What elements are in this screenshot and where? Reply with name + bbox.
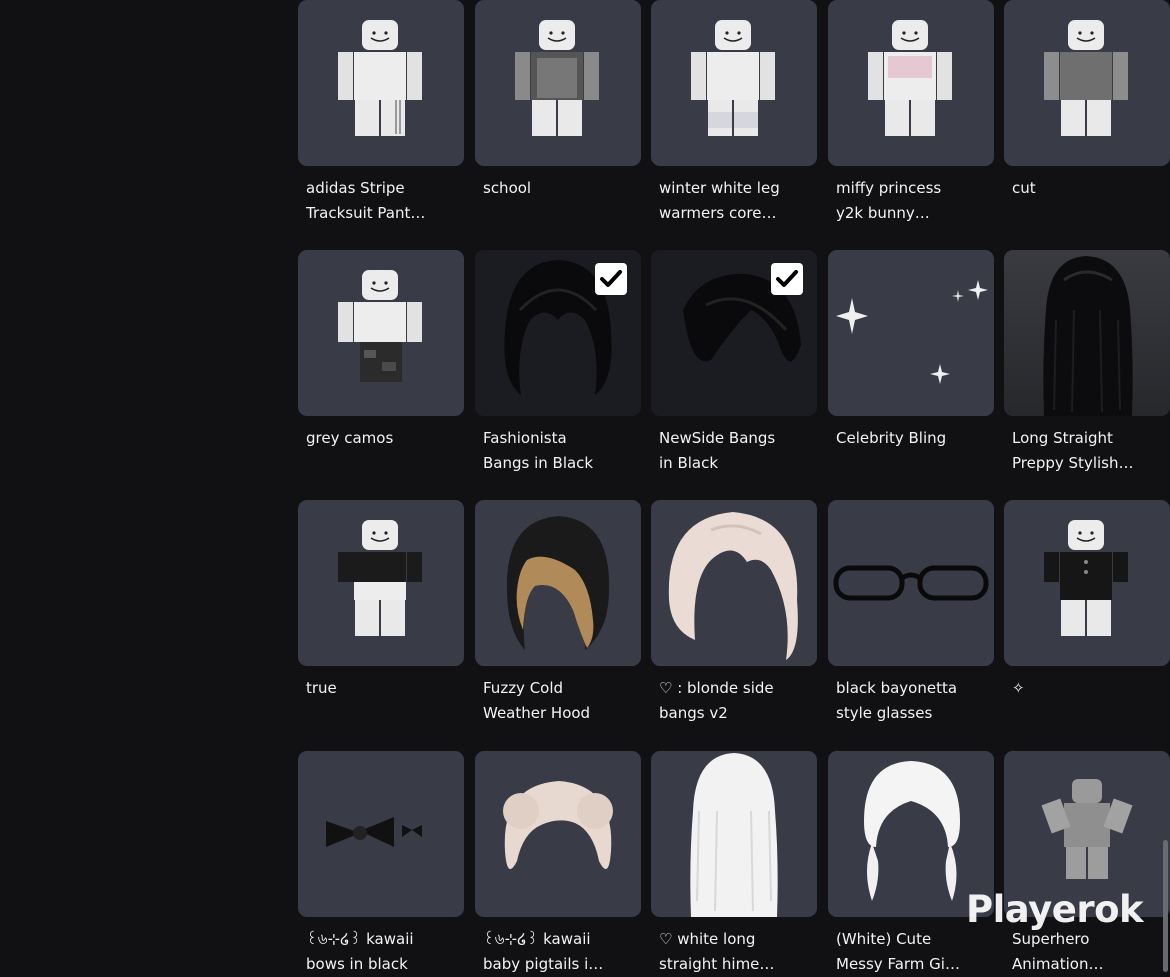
avatar-outfit-icon: [691, 20, 775, 136]
item-name[interactable]: Superhero Animation…: [1012, 927, 1162, 977]
item-thumbnail[interactable]: [475, 250, 641, 416]
blonde-bangs-icon: [668, 512, 798, 660]
item-thumbnail[interactable]: [828, 250, 994, 416]
long-black-hair-icon: [1043, 256, 1133, 416]
item-name[interactable]: cut: [1012, 176, 1162, 201]
item-thumbnail[interactable]: [298, 0, 464, 166]
scrollbar[interactable]: [1162, 840, 1170, 972]
inventory-item[interactable]: ♡ : blonde side bangs v2: [651, 500, 817, 726]
item-thumbnail[interactable]: [475, 0, 641, 166]
item-name[interactable]: grey camos: [306, 426, 456, 451]
item-thumbnail[interactable]: [298, 751, 464, 917]
blonde-buns-icon: [503, 781, 613, 869]
item-thumbnail[interactable]: [651, 751, 817, 917]
item-thumbnail[interactable]: [651, 250, 817, 416]
item-name[interactable]: adidas Stripe Tracksuit Pant…: [306, 176, 456, 226]
item-thumbnail[interactable]: [1004, 500, 1170, 666]
inventory-item[interactable]: adidas Stripe Tracksuit Pant…: [298, 0, 464, 226]
avatar-outfit-icon: [515, 20, 599, 136]
inventory-item[interactable]: cut: [1004, 0, 1170, 201]
inventory-item[interactable]: Celebrity Bling: [828, 250, 994, 451]
inventory-item[interactable]: ♡ white long straight hime…: [651, 751, 817, 977]
left-panel: [0, 0, 290, 972]
inventory-item[interactable]: black bayonetta style glasses: [828, 500, 994, 726]
checkmark-icon: [776, 270, 798, 287]
inventory-item[interactable]: winter white leg warmers core…: [651, 0, 817, 226]
inventory-item[interactable]: grey camos: [298, 250, 464, 451]
item-thumbnail[interactable]: [1004, 0, 1170, 166]
inventory-item[interactable]: ✧: [1004, 500, 1170, 701]
item-thumbnail[interactable]: [651, 500, 817, 666]
item-thumbnail[interactable]: [828, 500, 994, 666]
item-thumbnail[interactable]: [298, 250, 464, 416]
item-thumbnail[interactable]: [651, 0, 817, 166]
watermark-logo: Playerok: [966, 888, 1144, 931]
item-thumbnail[interactable]: [475, 500, 641, 666]
item-name[interactable]: Fashionista Bangs in Black: [483, 426, 633, 476]
black-bows-icon: [326, 817, 422, 847]
white-long-hair-icon: [690, 753, 778, 917]
inventory-item[interactable]: Fashionista Bangs in Black: [475, 250, 641, 476]
item-name[interactable]: ꒰৬⊹໒꒱ kawaii baby pigtails i…: [483, 927, 633, 977]
checkmark-icon: [600, 270, 622, 287]
scrollbar-thumb[interactable]: [1163, 840, 1168, 972]
item-name[interactable]: Celebrity Bling: [836, 426, 986, 451]
item-name[interactable]: ✧: [1012, 676, 1162, 701]
inventory-item[interactable]: ꒰৬⊹໒꒱ kawaii baby pigtails i…: [475, 751, 641, 977]
inventory-grid: adidas Stripe Tracksuit Pant… school win…: [298, 0, 1170, 973]
item-thumbnail[interactable]: [298, 500, 464, 666]
inventory-item[interactable]: ꒰৬⊹໒꒱ kawaii bows in black: [298, 751, 464, 977]
item-name[interactable]: school: [483, 176, 633, 201]
item-name[interactable]: ♡ white long straight hime…: [659, 927, 809, 977]
avatar-outfit-icon: [338, 520, 422, 636]
fur-hood-icon: [506, 516, 610, 650]
glasses-icon: [833, 565, 989, 601]
item-name[interactable]: ꒰৬⊹໒꒱ kawaii bows in black: [306, 927, 456, 977]
inventory-item[interactable]: NewSide Bangs in Black: [651, 250, 817, 476]
item-thumbnail[interactable]: [828, 0, 994, 166]
avatar-outfit-icon: [1044, 20, 1128, 136]
item-name[interactable]: winter white leg warmers core…: [659, 176, 809, 226]
avatar-outfit-icon: [338, 270, 422, 382]
avatar-outfit-icon: [338, 20, 422, 136]
item-name[interactable]: Long Straight Preppy Stylish…: [1012, 426, 1162, 476]
item-name[interactable]: black bayonetta style glasses: [836, 676, 986, 726]
selected-checkbox[interactable]: [595, 263, 627, 295]
item-name[interactable]: Fuzzy Cold Weather Hood: [483, 676, 633, 726]
item-thumbnail[interactable]: [1004, 250, 1170, 416]
item-thumbnail[interactable]: [475, 751, 641, 917]
inventory-item[interactable]: Fuzzy Cold Weather Hood: [475, 500, 641, 726]
item-name[interactable]: NewSide Bangs in Black: [659, 426, 809, 476]
avatar-outfit-icon: [1044, 520, 1128, 636]
inventory-item[interactable]: miffy princess y2k bunny…: [828, 0, 994, 226]
sparkles-icon: [836, 280, 988, 384]
inventory-item[interactable]: school: [475, 0, 641, 201]
item-name[interactable]: miffy princess y2k bunny…: [836, 176, 986, 226]
inventory-item[interactable]: Long Straight Preppy Stylish…: [1004, 250, 1170, 476]
selected-checkbox[interactable]: [771, 263, 803, 295]
item-name[interactable]: true: [306, 676, 456, 701]
inventory-item[interactable]: true: [298, 500, 464, 701]
avatar-outfit-icon: [868, 20, 952, 136]
inventory-item[interactable]: Superhero Animation…: [1004, 751, 1170, 977]
inventory-item[interactable]: (White) Cute Messy Farm Gi…: [828, 751, 994, 977]
item-name[interactable]: ♡ : blonde side bangs v2: [659, 676, 809, 726]
item-name[interactable]: (White) Cute Messy Farm Gi…: [836, 927, 986, 977]
